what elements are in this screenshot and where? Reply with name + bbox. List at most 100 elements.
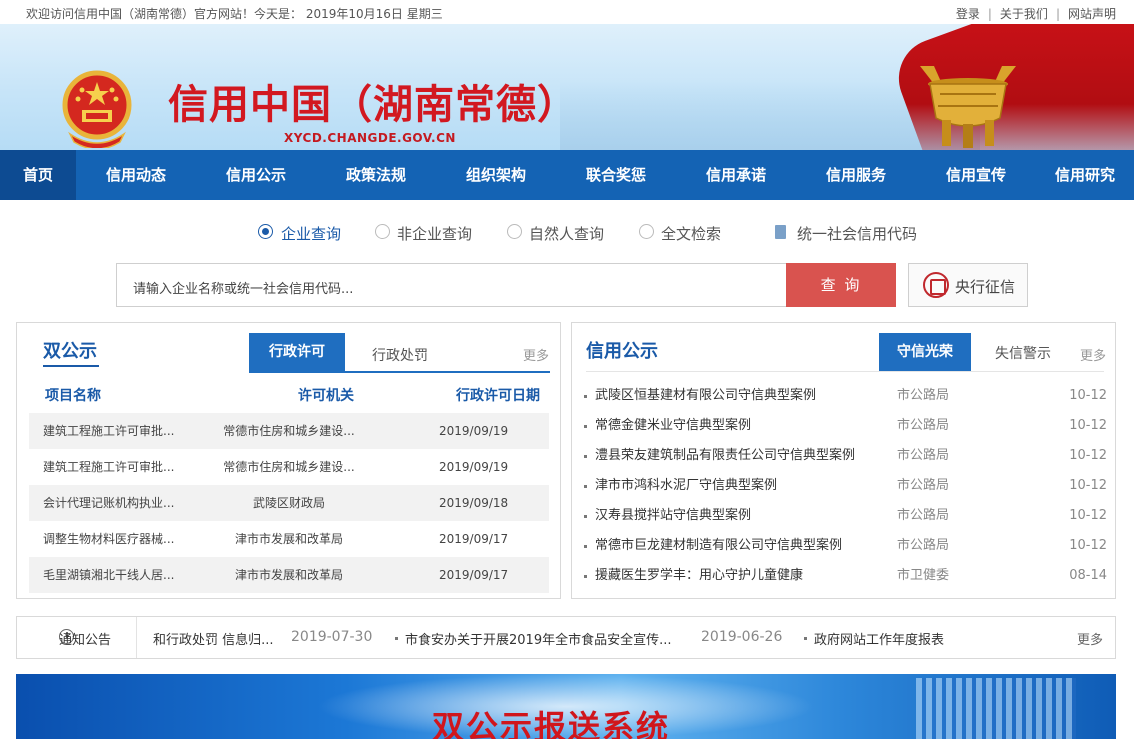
- nav-credit-service[interactable]: 信用服务: [796, 150, 916, 200]
- tab-full-text-search[interactable]: 全文检索: [661, 223, 721, 244]
- col-license-authority: 许可机关: [298, 388, 354, 404]
- cell-authority: 武陵区财政局: [252, 496, 325, 510]
- site-domain: XYCD.CHANGDE.GOV.CN: [284, 131, 456, 145]
- bullet-icon: [584, 395, 587, 398]
- item-title: 武陵区恒基建材有限公司守信典型案例: [595, 388, 817, 403]
- item-dept: 市公路局: [897, 478, 950, 493]
- notice-title-block: 通知公告: [17, 617, 137, 658]
- list-item[interactable]: 援藏医生罗学丰：用心守护儿童健康 市卫健委 08-14: [572, 561, 1115, 591]
- table-row[interactable]: 会计代理记账机构执业... 武陵区财政局 2019/09/18: [29, 485, 549, 521]
- nav-policies[interactable]: 政策法规: [316, 150, 436, 200]
- banner-title: 双公示报送系统: [432, 708, 671, 739]
- credit-disclosure-more-link[interactable]: 更多: [1080, 345, 1106, 364]
- list-item[interactable]: 武陵区恒基建材有限公司守信典型案例 市公路局 10-12: [572, 381, 1115, 411]
- tab-non-enterprise-query[interactable]: 非企业查询: [397, 223, 472, 244]
- header-banner: 信用中国（湖南常德） XYCD.CHANGDE.GOV.CN: [0, 24, 1134, 150]
- item-date: 10-12: [1069, 418, 1107, 433]
- nav-credit-commitment[interactable]: 信用承诺: [676, 150, 796, 200]
- credit-disclosure-panel: 信用公示 守信光荣 失信警示 更多 武陵区恒基建材有限公司守信典型案例 市公路局…: [571, 322, 1116, 599]
- tab-admin-penalty[interactable]: 行政处罚: [359, 337, 441, 375]
- notice-item-link[interactable]: 市食安办关于开展2019年全市食品安全宣传...: [405, 629, 671, 648]
- cell-date: 2019/09/18: [439, 496, 509, 510]
- about-link[interactable]: 关于我们: [1000, 7, 1048, 21]
- nav-credit-disclosure[interactable]: 信用公示: [196, 150, 316, 200]
- national-emblem-icon: [62, 70, 132, 148]
- list-item[interactable]: 汉寿县搅拌站守信典型案例 市公路局 10-12: [572, 501, 1115, 531]
- cell-date: 2019/09/19: [439, 424, 509, 438]
- item-dept: 市公路局: [897, 508, 950, 523]
- bullet-icon: [584, 485, 587, 488]
- item-title: 常德市巨龙建材制造有限公司守信典型案例: [595, 538, 843, 553]
- table-row[interactable]: 调整生物材料医疗器械... 津市市发展和改革局 2019/09/17: [29, 521, 549, 557]
- central-bank-credit-label: 央行征信: [955, 278, 1016, 296]
- notice-bar: 通知公告 和行政处罚 信息归... 2019-07-30 市食安办关于开展201…: [16, 616, 1116, 659]
- item-title: 援藏医生罗学丰：用心守护儿童健康: [595, 568, 804, 583]
- table-row[interactable]: 毛里湖镇湘北干线人居... 津市市发展和改革局 2019/09/17: [29, 557, 549, 593]
- site-title: 信用中国（湖南常德）: [168, 82, 578, 128]
- title-underline: [43, 365, 99, 367]
- item-dept: 市公路局: [897, 418, 950, 433]
- list-item[interactable]: 澧县荣友建筑制品有限责任公司守信典型案例 市公路局 10-12: [572, 441, 1115, 471]
- cell-authority: 津市市发展和改革局: [234, 532, 343, 546]
- item-title: 澧县荣友建筑制品有限责任公司守信典型案例: [595, 448, 856, 463]
- cell-project: 建筑工程施工许可审批...: [43, 460, 175, 474]
- item-title: 汉寿县搅拌站守信典型案例: [595, 508, 752, 523]
- central-bank-credit-button[interactable]: 央行征信: [908, 263, 1028, 307]
- item-date: 10-12: [1069, 538, 1107, 553]
- building-decoration: [916, 678, 1076, 739]
- nav-organization[interactable]: 组织架构: [436, 150, 556, 200]
- table-row[interactable]: 建筑工程施工许可审批... 常德市住房和城乡建设... 2019/09/19: [29, 413, 549, 449]
- table-row[interactable]: 建筑工程施工许可审批... 常德市住房和城乡建设... 2019/09/19: [29, 449, 549, 485]
- dual-disclosure-system-banner[interactable]: 双公示报送系统: [16, 674, 1116, 739]
- tab-trustworthy[interactable]: 守信光荣: [879, 333, 971, 371]
- radio-non-enterprise[interactable]: [375, 224, 390, 239]
- notice-item-link[interactable]: 政府网站工作年度报表: [814, 629, 944, 648]
- radio-full-text[interactable]: [639, 224, 654, 239]
- notice-item-link[interactable]: 和行政处罚 信息归...: [153, 629, 274, 648]
- cell-project: 毛里湖镇湘北干线人居...: [43, 568, 175, 582]
- search-input[interactable]: 请输入企业名称或统一社会信用代码...: [116, 263, 786, 307]
- dual-disclosure-more-link[interactable]: 更多: [523, 345, 549, 364]
- cell-authority: 常德市住房和城乡建设...: [223, 460, 355, 474]
- bullet-icon: [584, 515, 587, 518]
- tab-admin-license[interactable]: 行政许可: [249, 333, 345, 371]
- main-nav: 首页 信用动态 信用公示 政策法规 组织架构 联合奖惩 信用承诺 信用服务 信用…: [0, 150, 1134, 200]
- cell-date: 2019/09/19: [439, 460, 509, 474]
- search-button[interactable]: 查 询: [786, 263, 896, 307]
- item-dept: 市卫健委: [897, 568, 950, 583]
- top-bar: 欢迎访问信用中国（湖南常德）官方网站！今天是： 2019年10月16日 星期三 …: [0, 0, 1134, 24]
- login-link[interactable]: 登录: [956, 7, 980, 21]
- cell-project: 建筑工程施工许可审批...: [43, 424, 175, 438]
- credit-code-link[interactable]: 统一社会信用代码: [797, 223, 917, 244]
- radio-natural-person[interactable]: [507, 224, 522, 239]
- item-title: 津市市鸿科水泥厂守信典型案例: [595, 478, 778, 493]
- tab-untrustworthy[interactable]: 失信警示: [982, 335, 1064, 373]
- search-type-tabs: 企业查询 非企业查询 自然人查询 全文检索 统一社会信用代码: [0, 222, 1134, 246]
- notice-more-link[interactable]: 更多: [1077, 629, 1103, 648]
- cell-project: 调整生物材料医疗器械...: [43, 532, 175, 546]
- top-links: 登录 | 关于我们 | 网站声明: [955, 7, 1116, 21]
- nav-rewards-penalties[interactable]: 联合奖惩: [556, 150, 676, 200]
- bullet-icon: [804, 637, 807, 640]
- nav-credit-promotion[interactable]: 信用宣传: [916, 150, 1036, 200]
- radio-enterprise[interactable]: [258, 224, 273, 239]
- item-dept: 市公路局: [897, 448, 950, 463]
- tab-enterprise-query[interactable]: 企业查询: [281, 223, 341, 244]
- dual-disclosure-title: 双公示: [43, 341, 97, 362]
- nav-home[interactable]: 首页: [0, 150, 76, 200]
- item-dept: 市公路局: [897, 538, 950, 553]
- nav-credit-news[interactable]: 信用动态: [76, 150, 196, 200]
- statement-link[interactable]: 网站声明: [1068, 7, 1116, 21]
- table-header: 项目名称 许可机关 行政许可日期: [29, 385, 549, 415]
- cell-authority: 津市市发展和改革局: [234, 568, 343, 582]
- tab-natural-person-query[interactable]: 自然人查询: [529, 223, 604, 244]
- notice-item-date: 2019-06-26: [701, 629, 783, 645]
- item-date: 10-12: [1069, 448, 1107, 463]
- list-item[interactable]: 常德市巨龙建材制造有限公司守信典型案例 市公路局 10-12: [572, 531, 1115, 561]
- bullet-icon: [584, 545, 587, 548]
- nav-credit-research[interactable]: 信用研究: [1036, 150, 1134, 200]
- cell-authority: 常德市住房和城乡建设...: [223, 424, 355, 438]
- item-title: 常德金健米业守信典型案例: [595, 418, 752, 433]
- list-item[interactable]: 常德金健米业守信典型案例 市公路局 10-12: [572, 411, 1115, 441]
- list-item[interactable]: 津市市鸿科水泥厂守信典型案例 市公路局 10-12: [572, 471, 1115, 501]
